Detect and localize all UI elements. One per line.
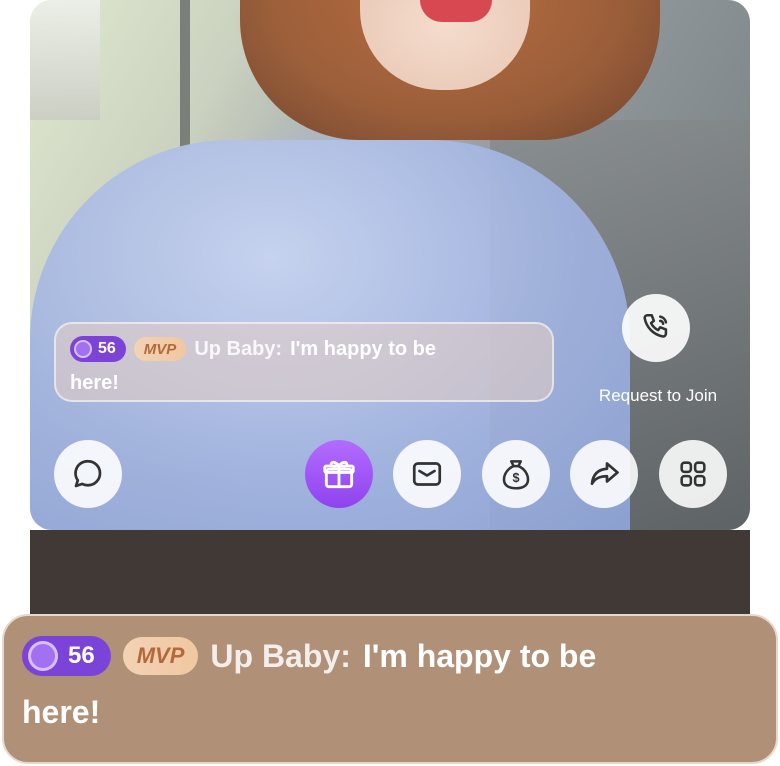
- chat-bubble-icon: [74, 459, 102, 488]
- comment-message-cont-large: here!: [22, 694, 101, 730]
- chat-button[interactable]: [54, 440, 122, 508]
- gift-button[interactable]: [305, 440, 373, 508]
- comment-message: I'm happy to be: [290, 337, 436, 360]
- level-badge-large: 56: [22, 636, 111, 676]
- mvp-badge-large: MVP: [122, 637, 199, 675]
- streamer-lips: [420, 0, 492, 22]
- gem-icon: [74, 340, 92, 358]
- share-button[interactable]: [570, 440, 638, 508]
- zoom-connector: [30, 530, 750, 615]
- live-stream-view: [30, 0, 750, 530]
- gem-icon: [28, 641, 58, 671]
- request-to-join-button[interactable]: [622, 294, 690, 362]
- envelope-icon: [412, 462, 442, 486]
- level-value: 56: [98, 340, 116, 357]
- mvp-badge: MVP: [133, 337, 187, 361]
- level-value-large: 56: [68, 642, 95, 669]
- share-arrow-icon: [590, 462, 619, 486]
- comment-message-large: I'm happy to be: [362, 637, 597, 674]
- comment-username-large: Up Baby:: [210, 637, 351, 674]
- level-badge: 56: [70, 336, 126, 362]
- comment-username: Up Baby:: [194, 337, 283, 360]
- zoomed-chat-comment: 56 MVP Up Baby: I'm happy to be here!: [2, 614, 778, 764]
- svg-text:$: $: [512, 471, 519, 485]
- comment-message-cont: here!: [70, 372, 119, 394]
- gift-icon: [323, 460, 355, 489]
- more-button[interactable]: [659, 440, 727, 508]
- grid-icon: [680, 461, 706, 487]
- message-button[interactable]: [393, 440, 461, 508]
- money-bag-icon: $: [502, 460, 530, 490]
- chat-comment: 56 MVP Up Baby: I'm happy to be here!: [54, 322, 554, 402]
- background-building: [30, 0, 100, 120]
- phone-icon: [643, 313, 668, 338]
- background-pole: [180, 0, 190, 150]
- money-button[interactable]: $: [482, 440, 550, 508]
- request-to-join-label: Request to Join: [598, 386, 718, 405]
